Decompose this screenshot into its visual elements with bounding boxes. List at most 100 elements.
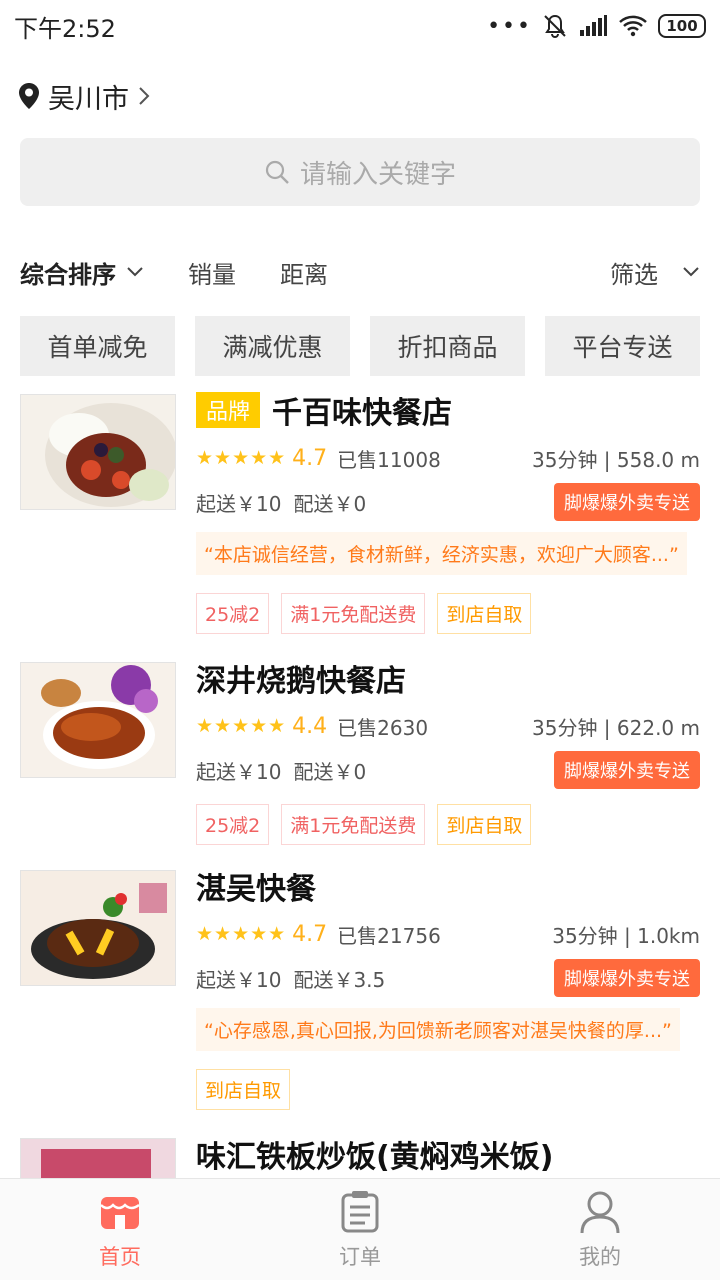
rating-row: ★★★★★ 4.4 已售2630 35分钟 | 622.0 m [196, 706, 700, 746]
delivery-badge: 脚爆爆外卖专送 [554, 751, 700, 789]
rating-value: 4.7 [292, 921, 328, 947]
status-time: 下午2:52 [14, 14, 116, 43]
star-rating-icon: ★★★★★ [196, 715, 287, 737]
delivery-badge: 脚爆爆外卖专送 [554, 483, 700, 521]
shop-info: 湛吴快餐 ★★★★★ 4.7 已售21756 35分钟 | 1.0km 起送￥1… [196, 864, 700, 1110]
promo-tag: 到店自取 [437, 804, 532, 845]
delivery-eta: 35分钟 | 558.0 m [532, 447, 700, 472]
delivery-fee: 配送￥0 [293, 759, 367, 784]
shop-card[interactable]: 深井烧鹅快餐店 ★★★★★ 4.4 已售2630 35分钟 | 622.0 m … [0, 648, 720, 856]
delivery-fee: 配送￥0 [293, 491, 367, 516]
shop-name-row: 深井烧鹅快餐店 [196, 656, 700, 700]
shop-name: 湛吴快餐 [196, 872, 316, 907]
food-image [21, 663, 175, 777]
filter-label: 筛选 [610, 260, 658, 289]
shop-info: 品牌 千百味快餐店 ★★★★★ 4.7 已售11008 35分钟 | 558.0… [196, 388, 700, 634]
nav-orders-label: 订单 [339, 1244, 381, 1269]
clipboard-icon [341, 1190, 379, 1232]
shop-thumbnail [20, 394, 176, 510]
sold-count: 已售2630 [337, 715, 429, 740]
nav-profile-label: 我的 [579, 1244, 621, 1269]
chevron-down-icon [127, 267, 143, 277]
shop-name: 味汇铁板炒饭(黄焖鸡米饭) [196, 1140, 554, 1175]
sold-count: 已售11008 [337, 447, 441, 472]
nav-profile[interactable]: 我的 [480, 1179, 720, 1280]
delivery-badge: 脚爆爆外卖专送 [554, 959, 700, 997]
promo-row: 到店自取 [196, 1069, 700, 1110]
search-icon [265, 160, 289, 184]
delivery-eta: 35分钟 | 1.0km [552, 923, 700, 948]
nav-home[interactable]: 首页 [0, 1179, 240, 1280]
location-selector[interactable]: 吴川市 [18, 78, 151, 115]
shop-notice: “心存感恩,真心回报,为回馈新老顾客对湛吴快餐的厚...” [196, 1008, 680, 1051]
tag-chip-sale-items[interactable]: 折扣商品 [370, 316, 525, 376]
promo-tag: 到店自取 [437, 593, 532, 634]
battery-indicator: 100 [658, 14, 706, 38]
sort-distance-label: 距离 [280, 260, 328, 289]
promo-tag: 到店自取 [196, 1069, 291, 1110]
bottom-nav: 首页 订单 我的 [0, 1178, 720, 1280]
status-bar: 下午2:52 ••• 100 [0, 0, 720, 52]
search-placeholder: 请输入关键字 [299, 159, 456, 190]
min-order: 起送￥10 [196, 967, 282, 992]
shop-name-row: 味汇铁板炒饭(黄焖鸡米饭) [196, 1132, 700, 1176]
promo-row: 25减2 满1元免配送费 到店自取 [196, 804, 700, 845]
sort-sales[interactable]: 销量 [188, 255, 236, 290]
promo-tag: 25减2 [196, 804, 270, 845]
shop-name: 深井烧鹅快餐店 [196, 664, 406, 699]
more-dots-icon: ••• [487, 13, 532, 39]
wifi-icon [619, 15, 647, 37]
rating-value: 4.4 [292, 713, 328, 739]
user-icon [580, 1191, 620, 1233]
delivery-eta: 35分钟 | 622.0 m [532, 715, 700, 740]
sort-bar: 综合排序 销量 距离 筛选 [20, 250, 700, 294]
rating-row: ★★★★★ 4.7 已售11008 35分钟 | 558.0 m [196, 438, 700, 478]
tag-chip-discount[interactable]: 满减优惠 [195, 316, 350, 376]
sort-distance[interactable]: 距离 [280, 255, 328, 290]
shop-thumbnail [20, 1138, 176, 1178]
min-order: 起送￥10 [196, 491, 282, 516]
brand-badge: 品牌 [196, 392, 261, 428]
promo-tag: 满1元免配送费 [281, 804, 426, 845]
tag-chips: 首单减免 满减优惠 折扣商品 平台专送 [20, 316, 700, 376]
signal-icon [580, 15, 607, 36]
tag-chip-first-order[interactable]: 首单减免 [20, 316, 175, 376]
tag-chip-platform-delivery[interactable]: 平台专送 [545, 316, 700, 376]
shop-info: 深井烧鹅快餐店 ★★★★★ 4.4 已售2630 35分钟 | 622.0 m … [196, 656, 700, 845]
star-rating-icon: ★★★★★ [196, 447, 287, 469]
fee-row: 起送￥10 配送￥3.5 脚爆爆外卖专送 [196, 958, 700, 998]
location-city: 吴川市 [48, 83, 129, 115]
status-icons: ••• 100 [487, 13, 706, 39]
chevron-down-icon [683, 267, 699, 277]
shop-name-row: 品牌 千百味快餐店 [196, 388, 700, 432]
fee-row: 起送￥10 配送￥0 脚爆爆外卖专送 [196, 750, 700, 790]
shop-card[interactable]: 品牌 千百味快餐店 ★★★★★ 4.7 已售11008 35分钟 | 558.0… [0, 380, 720, 648]
sort-comprehensive-label: 综合排序 [20, 260, 116, 289]
shop-notice: “本店诚信经营，食材新鲜，经济实惠，欢迎广大顾客...” [196, 532, 687, 575]
filter-button[interactable]: 筛选 [610, 255, 700, 290]
shop-info: 味汇铁板炒饭(黄焖鸡米饭) [196, 1132, 700, 1176]
nav-orders[interactable]: 订单 [240, 1179, 480, 1280]
nav-home-label: 首页 [99, 1244, 141, 1269]
sold-count: 已售21756 [337, 923, 441, 948]
shop-list: 品牌 千百味快餐店 ★★★★★ 4.7 已售11008 35分钟 | 558.0… [0, 380, 720, 1178]
chevron-right-icon [139, 87, 150, 105]
star-rating-icon: ★★★★★ [196, 923, 287, 945]
fee-row: 起送￥10 配送￥0 脚爆爆外卖专送 [196, 482, 700, 522]
min-order: 起送￥10 [196, 759, 282, 784]
sort-comprehensive[interactable]: 综合排序 [20, 255, 144, 290]
shop-card[interactable]: 味汇铁板炒饭(黄焖鸡米饭) [0, 1124, 720, 1178]
promo-row: 25减2 满1元免配送费 到店自取 [196, 593, 700, 634]
promo-tag: 25减2 [196, 593, 270, 634]
shop-thumbnail [20, 662, 176, 778]
delivery-fee: 配送￥3.5 [293, 967, 386, 992]
shop-thumbnail [20, 870, 176, 986]
search-input[interactable]: 请输入关键字 [20, 138, 700, 206]
shop-icon [100, 1196, 140, 1229]
shop-card[interactable]: 湛吴快餐 ★★★★★ 4.7 已售21756 35分钟 | 1.0km 起送￥1… [0, 856, 720, 1124]
promo-tag: 满1元免配送费 [281, 593, 426, 634]
rating-value: 4.7 [292, 445, 328, 471]
shop-name: 千百味快餐店 [272, 396, 453, 431]
location-pin-icon [19, 83, 39, 109]
food-image [21, 395, 175, 509]
